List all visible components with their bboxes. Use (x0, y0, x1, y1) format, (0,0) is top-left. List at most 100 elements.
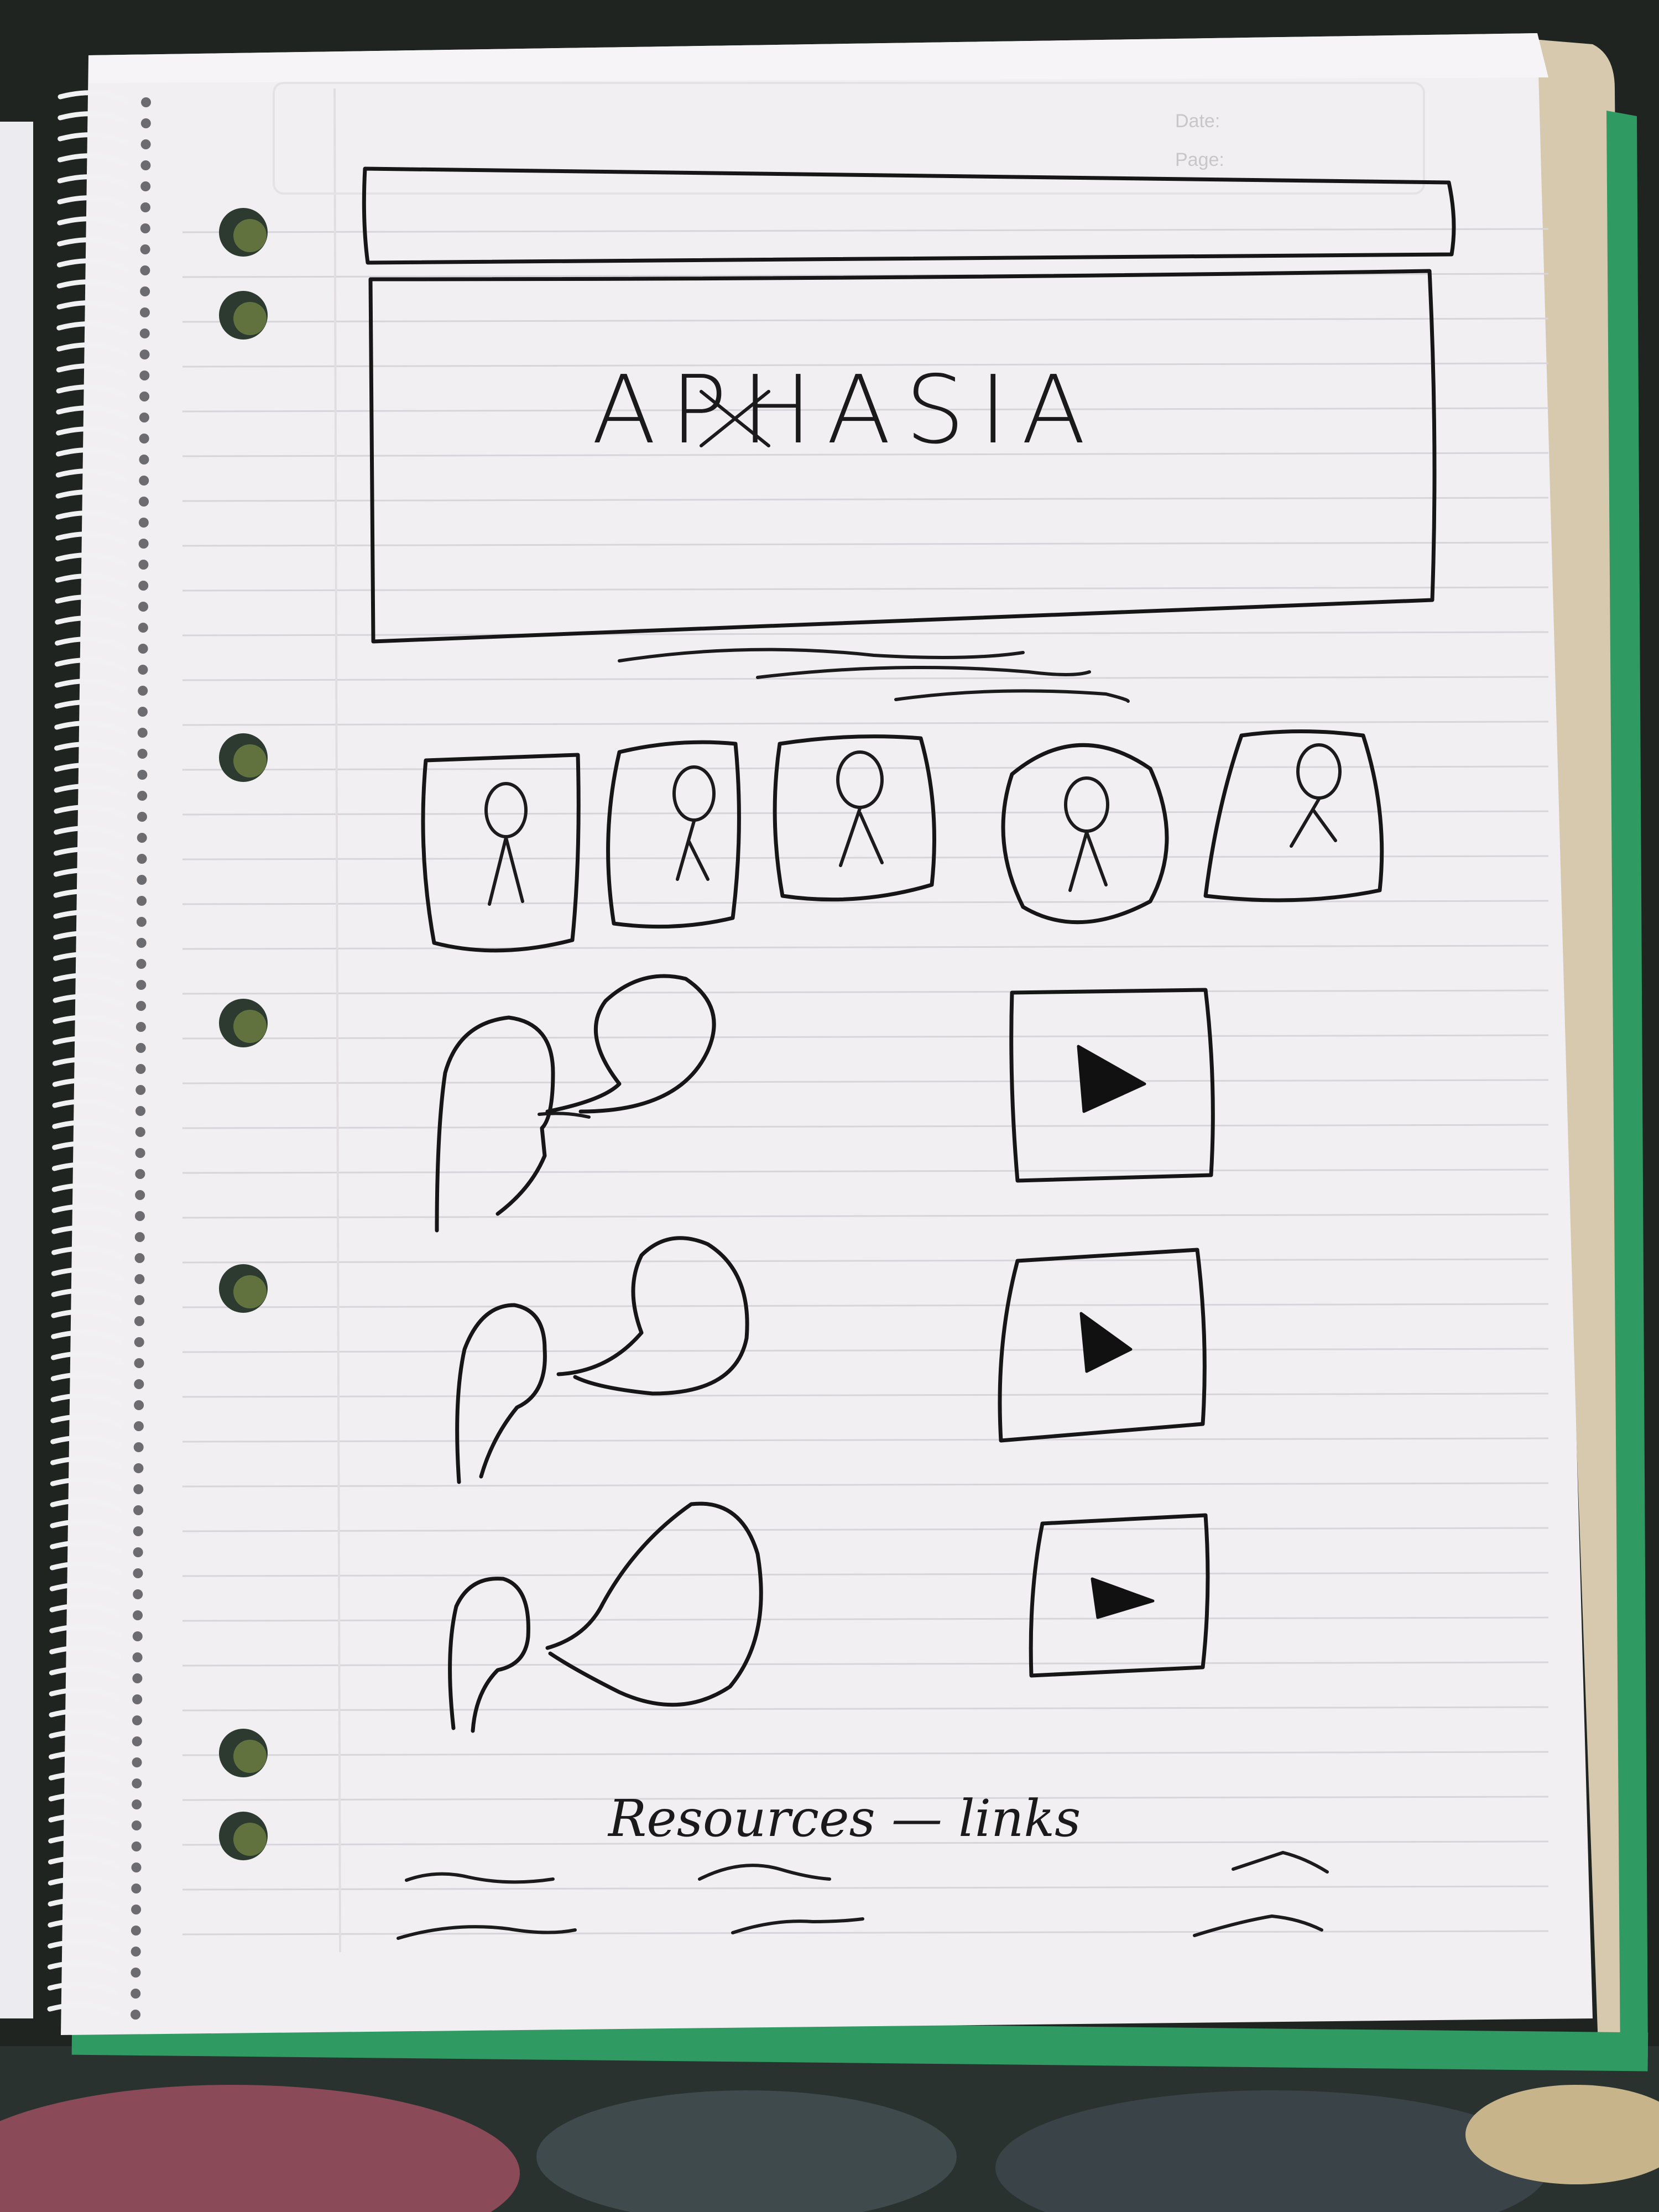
spiral-hole (137, 812, 147, 822)
spiral-hole (138, 644, 148, 654)
spiral-hole (138, 560, 149, 570)
spiral-hole (138, 686, 148, 696)
spiral-hole (134, 1379, 144, 1389)
spiral-hole (135, 1022, 146, 1032)
spiral-hole (133, 1526, 143, 1536)
spiral-hole (135, 1085, 146, 1095)
punch-hole-shadow (233, 1275, 267, 1308)
spiral-hole (132, 1736, 142, 1746)
spiral-hole (134, 1253, 145, 1263)
spiral-hole (134, 1400, 144, 1410)
spiral-hole (136, 959, 147, 969)
spiral-hole (133, 1589, 143, 1599)
spiral-hole (132, 1778, 142, 1788)
spiral-hole (137, 875, 147, 885)
spiral-hole (138, 581, 149, 591)
spiral-hole (140, 118, 151, 128)
spiral-hole (140, 139, 151, 149)
spiral-hole (131, 1926, 141, 1936)
spiral-hole (139, 349, 150, 359)
notebook-photo: Date: Page: APHASIA Resources — links (0, 0, 1659, 2212)
fabric-area (0, 2046, 1659, 2212)
spiral-hole (139, 455, 149, 465)
spiral-hole (136, 1001, 147, 1011)
spiral-hole (139, 328, 150, 338)
spiral-hole (140, 181, 151, 191)
spiral-hole (133, 1463, 144, 1473)
left-page-edge (0, 122, 33, 2018)
spiral-hole (136, 917, 147, 927)
spiral-hole (138, 665, 148, 675)
spiral-hole (134, 1358, 144, 1368)
spiral-hole (134, 1211, 145, 1221)
spiral-hole (134, 1274, 145, 1284)
spiral-hole (137, 854, 147, 864)
spiral-hole (139, 371, 150, 380)
punch-hole-shadow (233, 1823, 267, 1856)
footer-heading: Resources — links (607, 1789, 1081, 1848)
page-label: Page: (1175, 149, 1224, 170)
spiral-hole (131, 1905, 142, 1914)
punch-hole-shadow (233, 219, 267, 252)
spiral-hole (137, 833, 147, 843)
spiral-hole (131, 1947, 141, 1957)
notebook-page (61, 33, 1593, 2035)
spiral-hole (139, 413, 149, 422)
spiral-hole (135, 1190, 145, 1200)
spiral-hole (137, 728, 148, 738)
spiral-hole (139, 434, 149, 444)
spiral-hole (131, 1863, 142, 1872)
spiral-hole (131, 2010, 141, 2020)
spiral-hole (138, 623, 148, 633)
spiral-hole (131, 1841, 142, 1851)
spiral-hole (134, 1337, 144, 1347)
spiral-hole (140, 286, 150, 296)
date-label: Date: (1175, 111, 1220, 132)
spiral-hole (133, 1442, 144, 1452)
spiral-hole (138, 602, 149, 612)
spiral-hole (131, 1968, 141, 1978)
spiral-hole (132, 1652, 143, 1662)
spiral-hole (132, 1694, 143, 1704)
spiral-hole (138, 539, 149, 549)
spiral-hole (137, 749, 148, 759)
spiral-hole (134, 1232, 145, 1242)
spiral-hole (133, 1421, 144, 1431)
spiral-hole (140, 160, 151, 170)
spiral-hole (140, 223, 150, 233)
punch-hole-shadow (233, 744, 267, 778)
spiral-hole (141, 97, 152, 107)
spiral-hole (136, 938, 147, 948)
spiral-hole (135, 1064, 146, 1074)
spiral-hole (140, 244, 150, 254)
spiral-hole (138, 518, 149, 528)
spiral-hole (133, 1568, 143, 1578)
spiral-hole (134, 1316, 144, 1326)
banner-title: APHASIA (592, 356, 1100, 465)
spiral-hole (136, 980, 147, 990)
spiral-hole (132, 1715, 142, 1725)
spiral-hole (133, 1505, 144, 1515)
spiral-hole (137, 770, 148, 780)
spiral-hole (132, 1673, 143, 1683)
spiral-hole (139, 497, 149, 507)
spiral-hole (131, 1884, 142, 1893)
spiral-hole (139, 307, 150, 317)
spiral-hole (135, 1127, 145, 1137)
spiral-hole (139, 476, 149, 486)
spiral-hole (137, 791, 148, 801)
spiral-hole (131, 1989, 141, 1999)
spiral-hole (140, 202, 150, 212)
spiral-hole (133, 1547, 143, 1557)
spiral-hole (132, 1757, 142, 1767)
spiral-hole (133, 1610, 143, 1620)
spiral-hole (132, 1631, 143, 1641)
spiral-hole (135, 1106, 146, 1116)
punch-hole-shadow (233, 1740, 267, 1773)
spiral-hole (137, 896, 147, 906)
spiral-hole (135, 1043, 146, 1053)
spiral-hole (139, 392, 150, 401)
spiral-hole (135, 1169, 145, 1179)
spiral-hole (137, 707, 148, 717)
spiral-hole (133, 1484, 144, 1494)
